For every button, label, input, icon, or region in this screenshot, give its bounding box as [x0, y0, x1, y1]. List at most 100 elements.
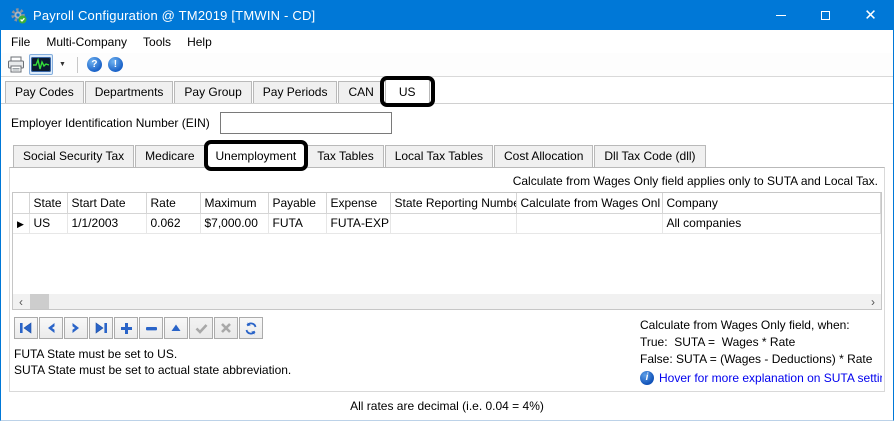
print-button[interactable] [5, 54, 27, 75]
status-text: All rates are decimal (i.e. 0.04 = 4%) [350, 399, 544, 413]
last-record-icon [94, 322, 108, 334]
minimize-icon [776, 15, 786, 16]
menu-file[interactable]: File [3, 33, 38, 51]
tab-unemployment[interactable]: Unemployment [206, 143, 307, 167]
first-record-icon [19, 322, 33, 334]
tab-cost-allocation[interactable]: Cost Allocation [494, 145, 593, 167]
activity-monitor-button[interactable] [29, 54, 53, 75]
menu-multi-company[interactable]: Multi-Company [38, 33, 135, 51]
col-calculate-from-wages-only: Calculate from Wages Onl [516, 193, 662, 213]
title-bar[interactable]: Payroll Configuration @ TM2019 [TMWIN - … [1, 0, 893, 30]
tab-unemployment-label: Unemployment [216, 149, 297, 163]
edit-record-button[interactable] [164, 317, 188, 339]
current-row-arrow-icon: ▶ [17, 219, 24, 229]
wages-only-false-line: False: SUTA = (Wages - Deductions) * Rat… [640, 351, 882, 368]
minimize-button[interactable] [758, 0, 803, 30]
main-tab-strip: Pay Codes Departments Pay Group Pay Peri… [1, 77, 893, 104]
insert-record-button[interactable] [114, 317, 138, 339]
tab-pay-periods[interactable]: Pay Periods [253, 81, 338, 103]
payroll-configuration-window: Payroll Configuration @ TM2019 [TMWIN - … [0, 0, 894, 421]
suta-footnote: SUTA State must be set to actual state a… [14, 362, 640, 378]
scrollbar-track[interactable] [29, 294, 865, 309]
cell-expense[interactable]: FUTA-EXP [326, 213, 390, 233]
wages-only-help: Calculate from Wages Only field, when: T… [640, 317, 882, 391]
cell-company[interactable]: All companies [662, 213, 881, 233]
row-selector-cell: ▶ [13, 213, 29, 233]
grid-data-row[interactable]: ▶ US 1/1/2003 0.062 $7,000.00 FUTA FUTA-… [13, 213, 881, 233]
cell-payable[interactable]: FUTA [268, 213, 326, 233]
col-payable: Payable [268, 193, 326, 213]
wages-only-true-line: True: SUTA = Wages * Rate [640, 334, 882, 351]
delete-record-button[interactable] [139, 317, 163, 339]
tab-local-tax-tables[interactable]: Local Tax Tables [385, 145, 493, 167]
suta-link-row[interactable]: i Hover for more explanation on SUTA set… [640, 371, 882, 385]
menu-tools[interactable]: Tools [135, 33, 179, 51]
help-button[interactable]: ? [85, 54, 104, 75]
first-record-button[interactable] [14, 317, 38, 339]
next-record-button[interactable] [64, 317, 88, 339]
help-question-icon: ? [87, 57, 102, 72]
grid-header-row: State Start Date Rate Maximum Payable Ex… [13, 193, 881, 213]
close-button[interactable]: ✕ [848, 0, 893, 30]
last-record-button[interactable] [89, 317, 113, 339]
tab-dll-tax-code[interactable]: Dll Tax Code (dll) [594, 145, 705, 167]
delete-minus-icon [145, 322, 158, 335]
cell-state-reporting-number[interactable] [390, 213, 516, 233]
printer-icon [7, 56, 25, 73]
tab-pay-group[interactable]: Pay Group [174, 81, 251, 103]
tab-social-security-tax[interactable]: Social Security Tax [13, 145, 134, 167]
tab-can[interactable]: CAN [338, 81, 383, 103]
post-edit-button [189, 317, 213, 339]
footer-left: FUTA State must be set to US. SUTA State… [12, 317, 640, 391]
window-title: Payroll Configuration @ TM2019 [TMWIN - … [33, 8, 315, 23]
about-button[interactable]: ! [106, 54, 125, 75]
refresh-button[interactable] [239, 317, 263, 339]
tab-us[interactable]: US [385, 79, 430, 104]
tab-medicare[interactable]: Medicare [135, 145, 204, 167]
cancel-x-icon [220, 322, 232, 334]
tax-tab-strip: Social Security Tax Medicare Unemploymen… [9, 141, 885, 167]
tab-us-label: US [399, 85, 416, 99]
tab-tax-tables[interactable]: Tax Tables [307, 145, 383, 167]
col-company: Company [662, 193, 881, 213]
futa-footnote: FUTA State must be set to US. [14, 346, 640, 362]
tab-departments[interactable]: Departments [85, 81, 174, 103]
cancel-edit-button [214, 317, 238, 339]
unemployment-grid: State Start Date Rate Maximum Payable Ex… [12, 192, 882, 310]
cell-calculate-from-wages-only[interactable] [516, 213, 662, 233]
cell-maximum[interactable]: $7,000.00 [200, 213, 268, 233]
db-navigator [14, 317, 640, 339]
wages-only-help-heading: Calculate from Wages Only field, when: [640, 317, 882, 334]
maximize-button[interactable] [803, 0, 848, 30]
info-icon: i [640, 371, 654, 385]
horizontal-scrollbar[interactable]: ‹ › [13, 294, 881, 309]
tab-pay-codes[interactable]: Pay Codes [5, 81, 84, 103]
toolbar: ▼ ? ! [1, 53, 893, 77]
cell-start-date[interactable]: 1/1/2003 [67, 213, 146, 233]
prior-record-button[interactable] [39, 317, 63, 339]
maximize-icon [821, 11, 830, 20]
toolbar-dropdown-arrow[interactable]: ▼ [55, 61, 70, 68]
refresh-icon [244, 322, 258, 335]
col-expense: Expense [326, 193, 390, 213]
edit-triangle-icon [170, 323, 182, 333]
scrollbar-thumb[interactable] [30, 294, 49, 309]
suta-settings-link[interactable]: Hover for more explanation on SUTA setti… [659, 371, 882, 385]
scroll-left-arrow-icon[interactable]: ‹ [13, 294, 29, 309]
wages-only-note: Calculate from Wages Only field applies … [12, 171, 882, 192]
ein-label: Employer Identification Number (EIN) [11, 116, 210, 130]
col-rate: Rate [146, 193, 200, 213]
menu-bar: File Multi-Company Tools Help [1, 30, 893, 53]
menu-help[interactable]: Help [179, 33, 220, 51]
cell-rate[interactable]: 0.062 [146, 213, 200, 233]
ein-input[interactable] [220, 112, 392, 134]
cell-state[interactable]: US [29, 213, 67, 233]
grid-selector-header [13, 193, 29, 213]
unemployment-tab-page: Calculate from Wages Only field applies … [9, 167, 885, 392]
window-controls: ✕ [758, 0, 893, 30]
grid-table: State Start Date Rate Maximum Payable Ex… [13, 193, 881, 234]
scroll-right-arrow-icon[interactable]: › [865, 294, 881, 309]
ein-row: Employer Identification Number (EIN) [1, 104, 893, 141]
status-bar: All rates are decimal (i.e. 0.04 = 4%) [1, 392, 893, 420]
col-state-reporting-number: State Reporting Numbe [390, 193, 516, 213]
